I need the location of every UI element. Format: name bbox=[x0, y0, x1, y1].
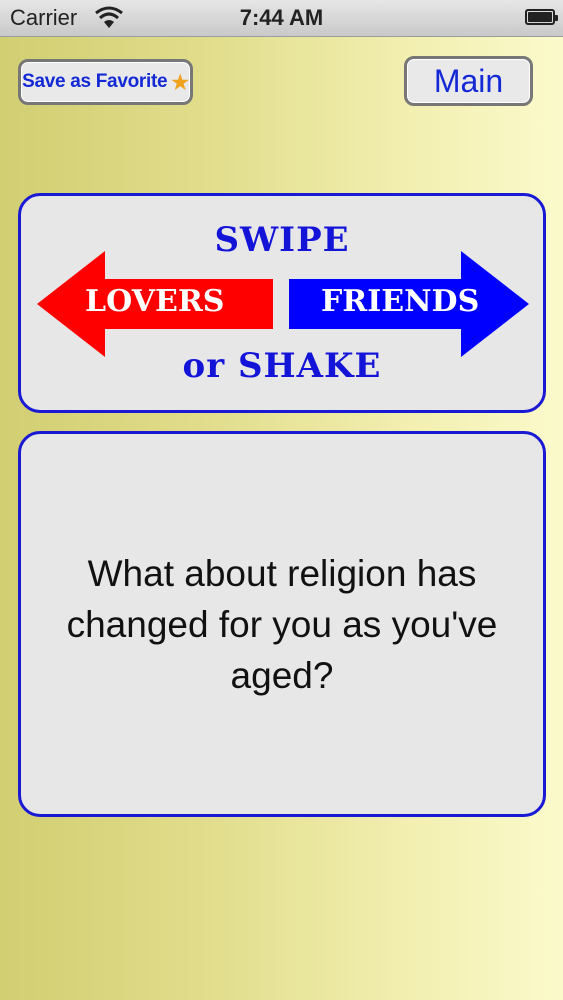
status-bar: Carrier 7:44 AM bbox=[0, 0, 563, 37]
save-favorite-label: Save as Favorite bbox=[22, 71, 168, 92]
main-button-label: Main bbox=[433, 62, 504, 99]
question-text: What about religion has changed for you … bbox=[66, 552, 498, 696]
shake-subtitle: or SHAKE bbox=[182, 346, 382, 386]
swipe-instruction-panel: SWIPE LOVERS FRIENDS or SHAKE bbox=[18, 193, 546, 413]
clock-time: 7:44 AM bbox=[239, 5, 324, 30]
star-icon: ★ bbox=[171, 71, 189, 94]
question-card[interactable]: What about religion has changed for you … bbox=[18, 431, 546, 817]
lovers-label: LOVERS bbox=[85, 284, 225, 319]
battery-icon bbox=[525, 9, 558, 25]
main-button[interactable]: Main bbox=[404, 56, 533, 106]
save-favorite-button[interactable]: Save as Favorite ★ bbox=[18, 59, 193, 105]
friends-label: FRIENDS bbox=[321, 284, 480, 319]
